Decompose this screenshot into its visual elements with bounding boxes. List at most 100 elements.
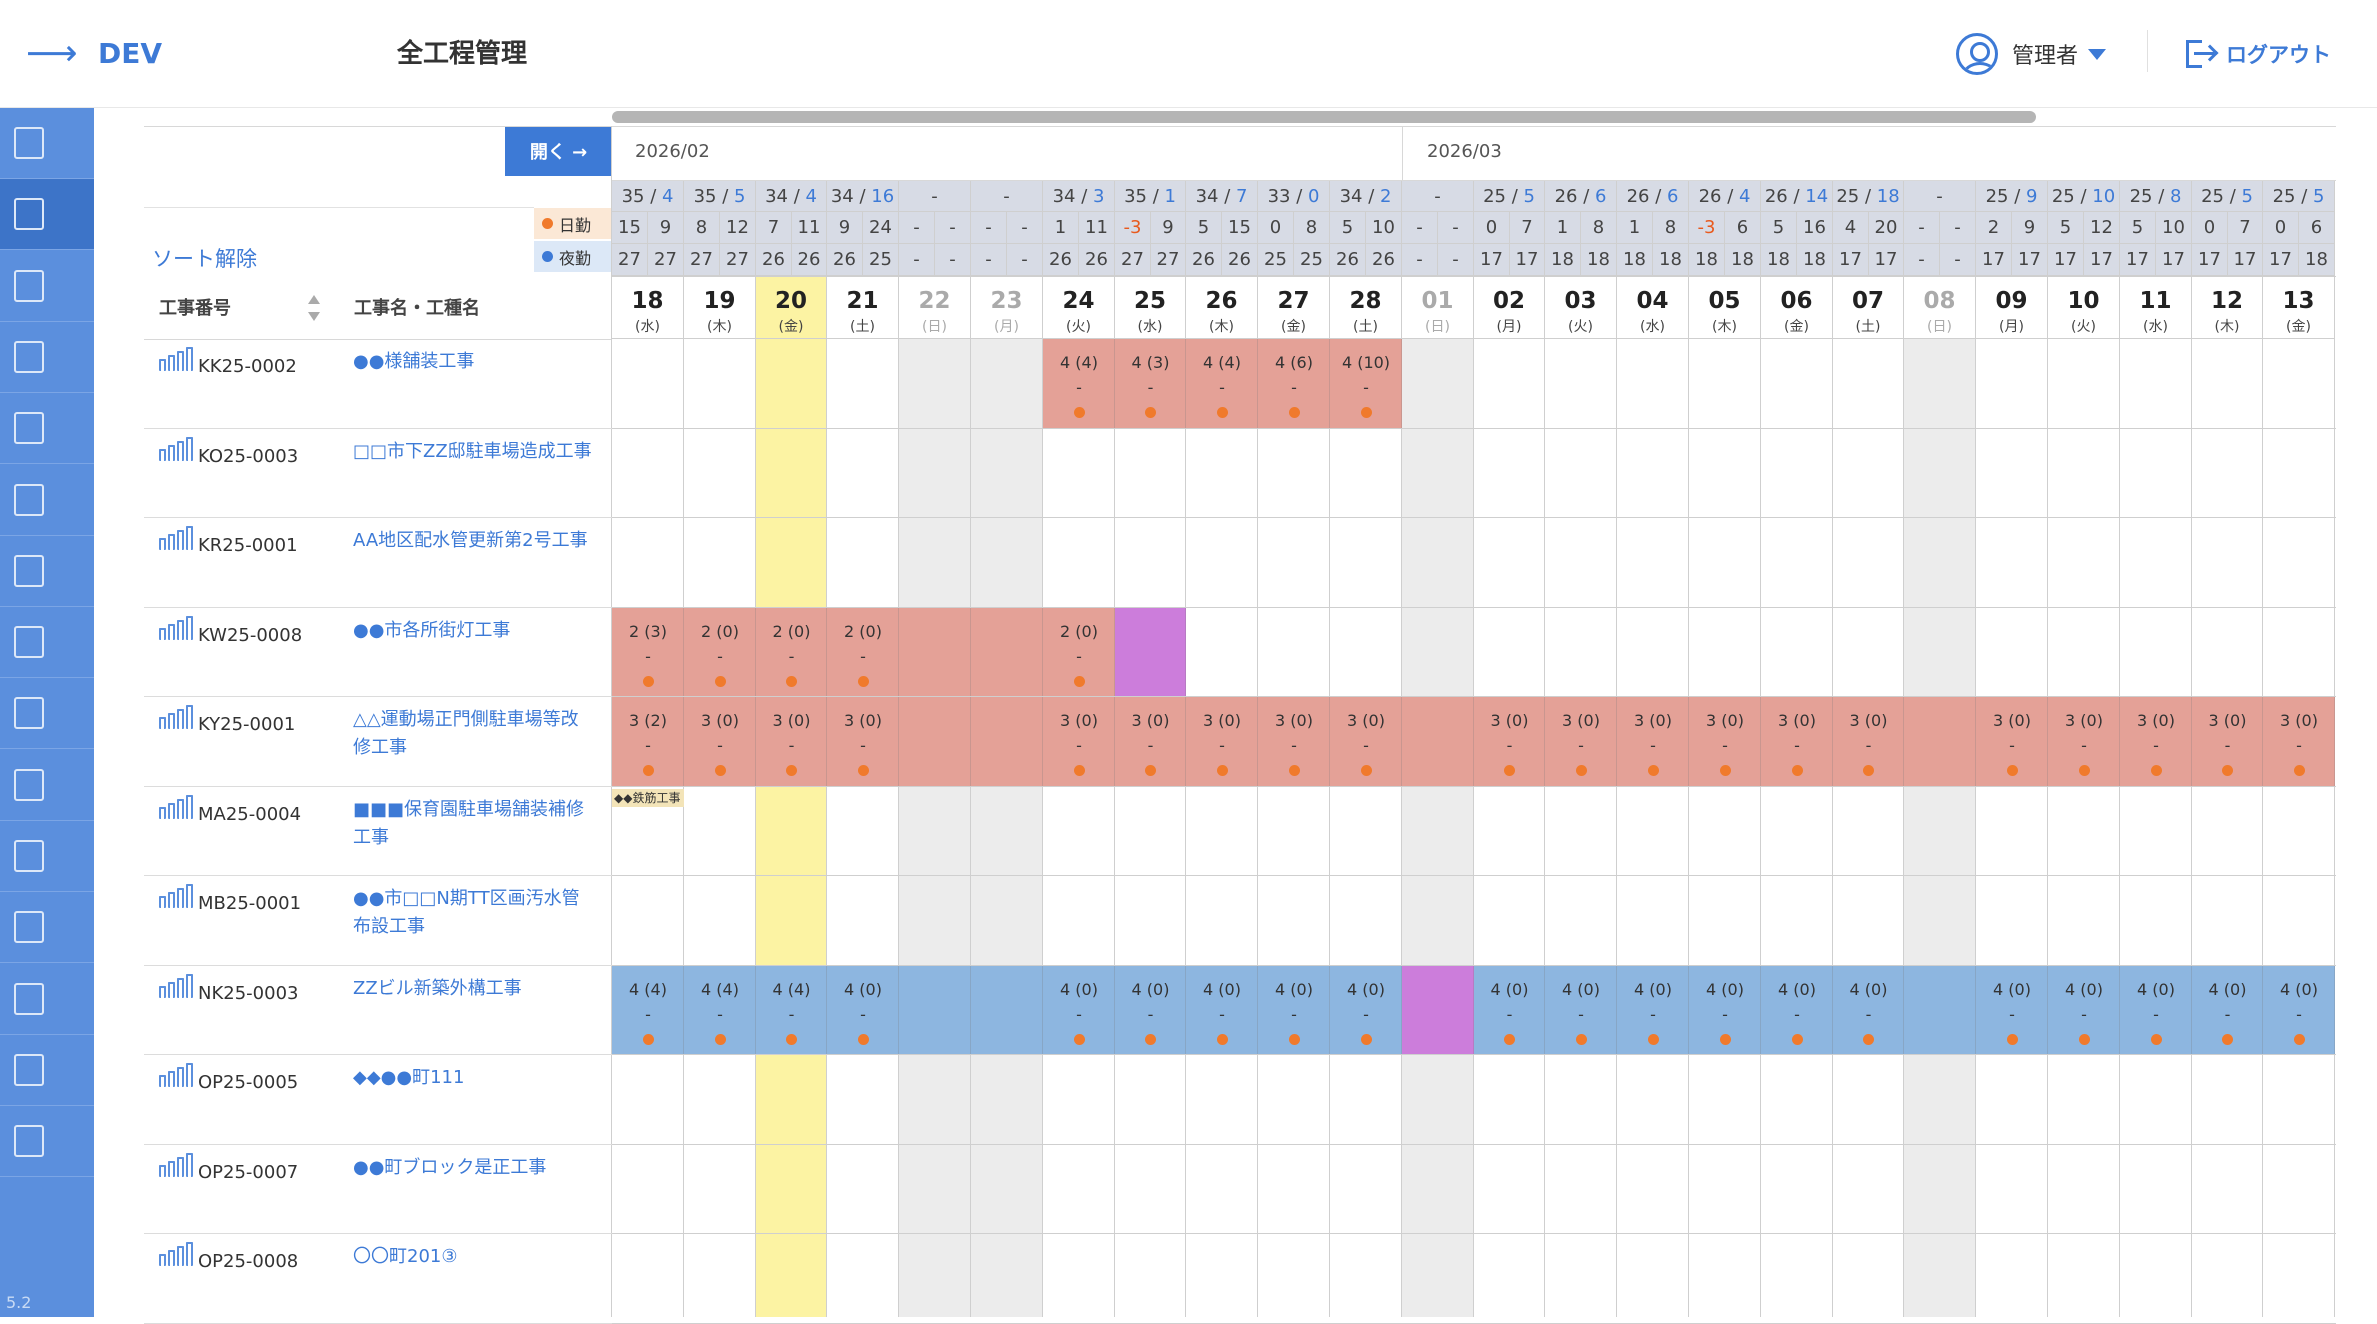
project-name-link[interactable]: ◆◆●●町111 — [353, 1064, 593, 1092]
date-header-19[interactable]: 19 (木) — [684, 276, 756, 339]
bar-day-cell[interactable]: 3 (0) - — [1689, 697, 1761, 786]
bar-day-cell[interactable]: 3 (0) - — [827, 697, 899, 786]
bar-day-cell[interactable]: 4 (0) - — [2048, 966, 2120, 1054]
bar-chart-icon[interactable] — [159, 974, 195, 998]
schedule-bar[interactable] — [1115, 608, 1186, 696]
schedule-bar[interactable] — [1402, 966, 1474, 1054]
sidebar-item-clipboard[interactable] — [0, 1035, 94, 1106]
bar-day-cell[interactable]: 3 (0) - — [1617, 697, 1689, 786]
bar-day-cell[interactable]: 3 (0) - — [2048, 697, 2120, 786]
date-header-18[interactable]: 18 (水) — [612, 276, 684, 339]
bar-day-cell[interactable]: 2 (0) - — [1043, 608, 1115, 696]
bar-chart-icon[interactable] — [159, 526, 195, 550]
bar-day-cell[interactable]: 4 (6) - — [1258, 339, 1330, 428]
bar-day-cell[interactable]: 3 (0) - — [2192, 697, 2263, 786]
bar-day-cell[interactable]: 4 (0) - — [1689, 966, 1761, 1054]
bar-day-cell[interactable]: 4 (0) - — [1833, 966, 1904, 1054]
bar-day-cell[interactable]: 4 (0) - — [827, 966, 899, 1054]
bar-day-cell[interactable]: 3 (0) - — [1115, 697, 1186, 786]
bar-day-cell[interactable]: 3 (0) - — [1330, 697, 1402, 786]
date-header-23[interactable]: 23 (月) — [971, 276, 1043, 339]
bar-chart-icon[interactable] — [159, 616, 195, 640]
sidebar-item-table[interactable] — [0, 750, 94, 821]
date-header-06[interactable]: 06 (金) — [1761, 276, 1833, 339]
bar-chart-icon[interactable] — [159, 1153, 195, 1177]
project-name-link[interactable]: ●●町ブロック是正工事 — [353, 1154, 593, 1182]
date-header-22[interactable]: 22 (日) — [899, 276, 971, 339]
sort-clear-link[interactable]: ソート解除 — [152, 243, 257, 273]
date-header-09[interactable]: 09 (月) — [1976, 276, 2048, 339]
date-header-05[interactable]: 05 (木) — [1689, 276, 1761, 339]
project-name-link[interactable]: 〇〇町201③ — [353, 1243, 593, 1271]
bar-day-cell[interactable]: 3 (0) - — [1186, 697, 1258, 786]
bar-day-cell[interactable]: 4 (0) - — [1258, 966, 1330, 1054]
date-header-25[interactable]: 25 (水) — [1115, 276, 1186, 339]
bar-day-cell[interactable]: 4 (0) - — [1761, 966, 1833, 1054]
date-header-08[interactable]: 08 (日) — [1904, 276, 1976, 339]
sidebar-item-list[interactable] — [0, 108, 94, 179]
bar-chart-icon[interactable] — [159, 705, 195, 729]
bar-day-cell[interactable]: 4 (4) - — [612, 966, 684, 1054]
bar-day-cell[interactable]: 4 (0) - — [1186, 966, 1258, 1054]
sidebar-item-truck[interactable] — [0, 607, 94, 679]
task-tag[interactable]: ◆◆鉄筋工事 — [612, 789, 684, 807]
sidebar-item-gantt[interactable] — [0, 179, 94, 251]
project-name-link[interactable]: □□市下ZZ邸駐車場造成工事 — [353, 438, 593, 466]
date-header-13[interactable]: 13 (金) — [2263, 276, 2335, 339]
project-name-link[interactable]: ■■■保育園駐車場舗装補修工事 — [353, 796, 593, 852]
menu-toggle-arrow-icon[interactable]: ⟶ — [26, 30, 78, 78]
sidebar-item-bar-chart[interactable] — [0, 393, 94, 465]
project-name-link[interactable]: ●●様舗装工事 — [353, 348, 593, 376]
bar-day-cell[interactable]: 4 (4) - — [756, 966, 827, 1054]
horizontal-scrollbar[interactable] — [612, 111, 2036, 123]
bar-day-cell[interactable]: 3 (0) - — [1545, 697, 1617, 786]
bar-day-cell[interactable]: 4 (3) - — [1115, 339, 1186, 428]
bar-day-cell[interactable]: 3 (0) - — [684, 697, 756, 786]
bar-day-cell[interactable]: 4 (0) - — [1330, 966, 1402, 1054]
logout-button[interactable]: ログアウト — [2186, 30, 2331, 78]
date-header-01[interactable]: 01 (日) — [1402, 276, 1474, 339]
sidebar-item-calendar-grid[interactable] — [0, 465, 94, 536]
bar-day-cell[interactable]: 4 (4) - — [684, 966, 756, 1054]
bar-day-cell[interactable]: 4 (4) - — [1186, 339, 1258, 428]
bar-day-cell[interactable]: 3 (0) - — [1976, 697, 2048, 786]
sidebar-item-building[interactable] — [0, 678, 94, 750]
date-header-20[interactable]: 20 (金) — [756, 276, 827, 339]
bar-chart-icon[interactable] — [159, 795, 195, 819]
bar-day-cell[interactable]: 3 (0) - — [1833, 697, 1904, 786]
bar-day-cell[interactable]: 4 (0) - — [1976, 966, 2048, 1054]
bar-day-cell[interactable]: 4 (0) - — [1474, 966, 1545, 1054]
project-name-link[interactable]: AA地区配水管更新第2号工事 — [353, 527, 593, 555]
sidebar-item-user[interactable] — [0, 536, 94, 607]
bar-day-cell[interactable]: 4 (0) - — [2120, 966, 2192, 1054]
date-header-24[interactable]: 24 (火) — [1043, 276, 1115, 339]
date-header-11[interactable]: 11 (水) — [2120, 276, 2192, 339]
sidebar-item-map-pin[interactable] — [0, 964, 94, 1035]
bar-day-cell[interactable]: 2 (3) - — [612, 608, 684, 696]
project-name-link[interactable]: ●●市□□N期TT区画汚水管布設工事 — [353, 885, 593, 941]
bar-day-cell[interactable]: 4 (0) - — [1545, 966, 1617, 1054]
sort-icon[interactable] — [308, 295, 320, 321]
date-header-07[interactable]: 07 (土) — [1833, 276, 1904, 339]
bar-day-cell[interactable]: 4 (4) - — [1043, 339, 1115, 428]
bar-day-cell[interactable]: 2 (0) - — [827, 608, 899, 696]
sidebar-item-document[interactable] — [0, 322, 94, 393]
bar-day-cell[interactable]: 4 (0) - — [2263, 966, 2335, 1054]
bar-day-cell[interactable]: 4 (10) - — [1330, 339, 1402, 428]
date-header-02[interactable]: 02 (月) — [1474, 276, 1545, 339]
bar-day-cell[interactable]: 3 (2) - — [612, 697, 684, 786]
bar-day-cell[interactable]: 4 (0) - — [2192, 966, 2263, 1054]
sidebar-item-monitor[interactable] — [0, 251, 94, 322]
date-header-04[interactable]: 04 (水) — [1617, 276, 1689, 339]
project-name-link[interactable]: ●●市各所街灯工事 — [353, 617, 593, 645]
sidebar-item-image-card[interactable] — [0, 892, 94, 964]
bar-day-cell[interactable]: 4 (0) - — [1617, 966, 1689, 1054]
bar-day-cell[interactable]: 3 (0) - — [1474, 697, 1545, 786]
date-header-21[interactable]: 21 (土) — [827, 276, 899, 339]
open-button[interactable]: 開く → — [505, 126, 612, 176]
bar-day-cell[interactable]: 3 (0) - — [2263, 697, 2335, 786]
bar-day-cell[interactable]: 4 (0) - — [1043, 966, 1115, 1054]
bar-day-cell[interactable]: 3 (0) - — [1043, 697, 1115, 786]
bar-day-cell[interactable]: 3 (0) - — [1258, 697, 1330, 786]
date-header-27[interactable]: 27 (金) — [1258, 276, 1330, 339]
